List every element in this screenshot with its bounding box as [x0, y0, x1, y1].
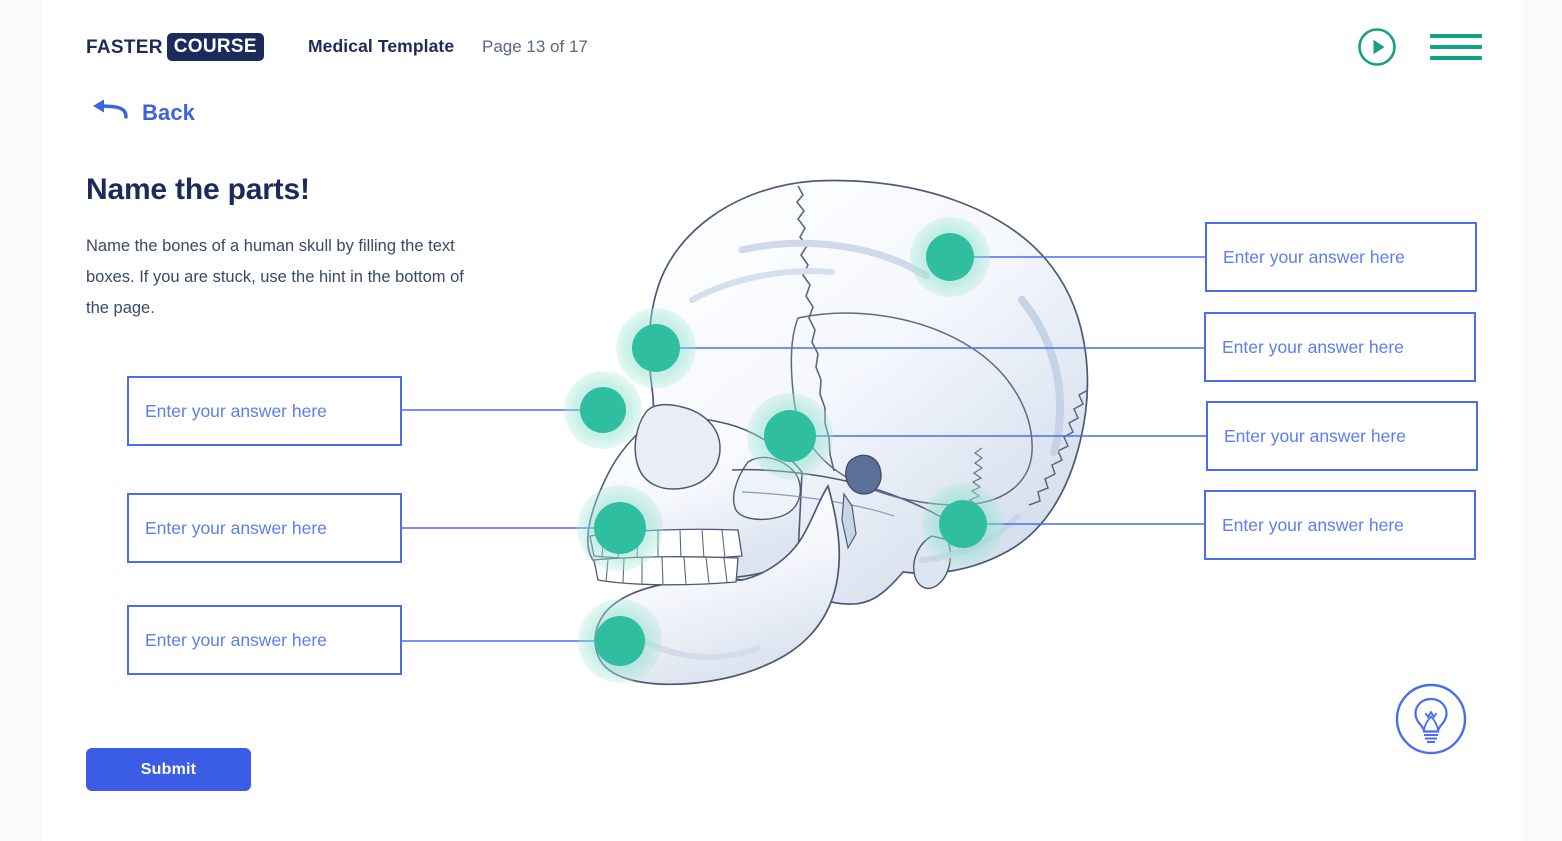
answer-input-left-2[interactable]: Enter your answer here — [127, 493, 402, 563]
page-canvas: FASTER COURSE Medical Template Page 13 o… — [42, 0, 1522, 841]
hamburger-menu-icon[interactable] — [1430, 31, 1482, 63]
answer-input-right-1[interactable]: Enter your answer here — [1205, 222, 1477, 292]
skull-markers — [564, 217, 1004, 683]
answer-placeholder: Enter your answer here — [1222, 514, 1404, 535]
play-circle-icon[interactable] — [1357, 27, 1397, 67]
brand-logo-course: COURSE — [166, 33, 264, 61]
answer-input-right-3[interactable]: Enter your answer here — [1206, 401, 1478, 471]
answer-placeholder: Enter your answer here — [1224, 425, 1406, 446]
brand-logo[interactable]: FASTER COURSE — [86, 33, 264, 61]
marker-left-3[interactable] — [578, 599, 662, 683]
document-title: Medical Template — [308, 36, 455, 56]
answer-placeholder: Enter your answer here — [145, 400, 327, 421]
page-counter: Page 13 of 17 — [482, 37, 588, 56]
answer-input-left-1[interactable]: Enter your answer here — [127, 376, 402, 446]
answer-placeholder: Enter your answer here — [1223, 246, 1405, 267]
skull-drawing — [586, 179, 1089, 686]
answer-placeholder: Enter your answer here — [145, 629, 327, 650]
answer-placeholder: Enter your answer here — [1222, 336, 1404, 357]
marker-left-1[interactable] — [564, 371, 642, 449]
answer-input-right-4[interactable]: Enter your answer here — [1204, 490, 1476, 560]
marker-right-1[interactable] — [910, 217, 990, 297]
menu-bar-1 — [1430, 34, 1482, 38]
submit-button[interactable]: Submit — [86, 748, 251, 791]
marker-right-3[interactable] — [747, 393, 833, 479]
hint-button[interactable] — [1394, 682, 1468, 756]
marker-right-2[interactable] — [616, 308, 696, 388]
page-description: Name the bones of a human skull by filli… — [86, 237, 464, 317]
menu-bar-2 — [1430, 45, 1482, 49]
page-title: Name the parts! — [86, 173, 310, 206]
menu-bar-3 — [1430, 56, 1482, 60]
answer-placeholder: Enter your answer here — [145, 517, 327, 538]
back-button[interactable]: Back — [86, 98, 195, 127]
answer-input-right-2[interactable]: Enter your answer here — [1204, 312, 1476, 382]
lightbulb-icon — [1395, 683, 1467, 755]
answer-input-left-3[interactable]: Enter your answer here — [127, 605, 402, 675]
brand-logo-faster: FASTER — [86, 36, 163, 58]
marker-left-2[interactable] — [577, 485, 663, 571]
marker-right-4[interactable] — [922, 483, 1004, 565]
back-button-label: Back — [142, 99, 195, 125]
app-header: FASTER COURSE Medical Template Page 13 o… — [42, 0, 1522, 92]
arrow-left-icon — [86, 98, 130, 127]
